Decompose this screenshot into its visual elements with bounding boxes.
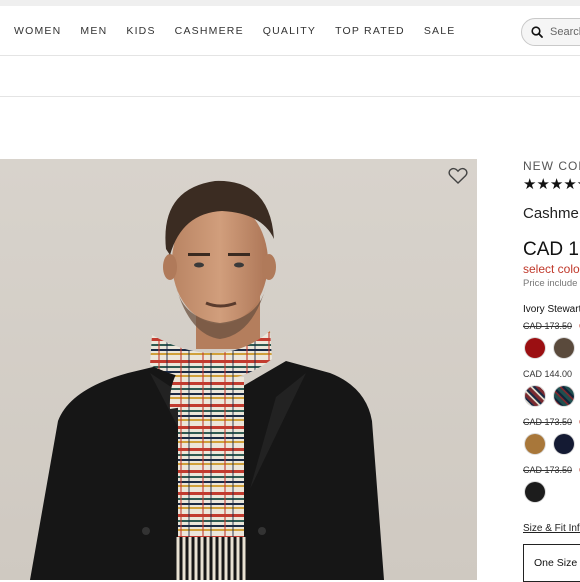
nav-item-men[interactable]: MEN	[80, 25, 107, 37]
regular-price: CAD 144.00	[523, 369, 573, 379]
select-color-prompt: select colo	[523, 262, 580, 276]
nav-menu: WOMEN MEN KIDS CASHMERE QUALITY TOP RATE…	[14, 6, 475, 55]
rating-stars[interactable]: ★★★★★	[523, 175, 580, 193]
original-price: CAD 173.50	[523, 465, 573, 475]
new-colors-label: NEW COLO	[523, 159, 580, 173]
search-icon	[531, 26, 543, 38]
heart-icon[interactable]	[448, 167, 468, 185]
selected-color-name: Ivory Stewart	[523, 304, 580, 315]
product-image[interactable]	[0, 159, 477, 580]
nav-item-top-rated[interactable]: TOP RATED	[335, 25, 405, 37]
top-navigation: WOMEN MEN KIDS CASHMERE QUALITY TOP RATE…	[0, 6, 580, 56]
search-input[interactable]	[550, 26, 580, 38]
sub-header-bar	[0, 56, 580, 97]
color-swatch[interactable]	[525, 434, 545, 454]
nav-item-cashmere[interactable]: CASHMERE	[175, 25, 244, 37]
size-option-button[interactable]: One Size	[523, 544, 580, 582]
product-name: Cashme	[523, 205, 579, 222]
color-swatch[interactable]	[525, 338, 545, 358]
color-swatch[interactable]	[525, 482, 545, 502]
nav-item-sale[interactable]: SALE	[424, 25, 456, 37]
product-price: CAD 17	[523, 239, 580, 260]
nav-item-quality[interactable]: QUALITY	[263, 25, 316, 37]
price-row: CAD 173.50C	[523, 321, 580, 331]
original-price: CAD 173.50	[523, 417, 573, 427]
price-note: Price include	[523, 278, 578, 289]
color-swatch[interactable]	[554, 338, 574, 358]
color-swatch[interactable]	[525, 386, 545, 406]
color-swatch[interactable]	[554, 386, 574, 406]
size-fit-link[interactable]: Size & Fit Info	[523, 523, 580, 534]
search-box[interactable]	[521, 18, 580, 46]
price-row: CAD 144.00	[523, 369, 572, 379]
price-row: CAD 173.50C	[523, 417, 580, 427]
nav-item-women[interactable]: WOMEN	[14, 25, 61, 37]
model-wearing-scarf-photo	[0, 159, 477, 580]
price-row: CAD 173.50C	[523, 465, 580, 475]
color-swatch[interactable]	[554, 434, 574, 454]
original-price: CAD 173.50	[523, 321, 573, 331]
nav-item-kids[interactable]: KIDS	[126, 25, 155, 37]
